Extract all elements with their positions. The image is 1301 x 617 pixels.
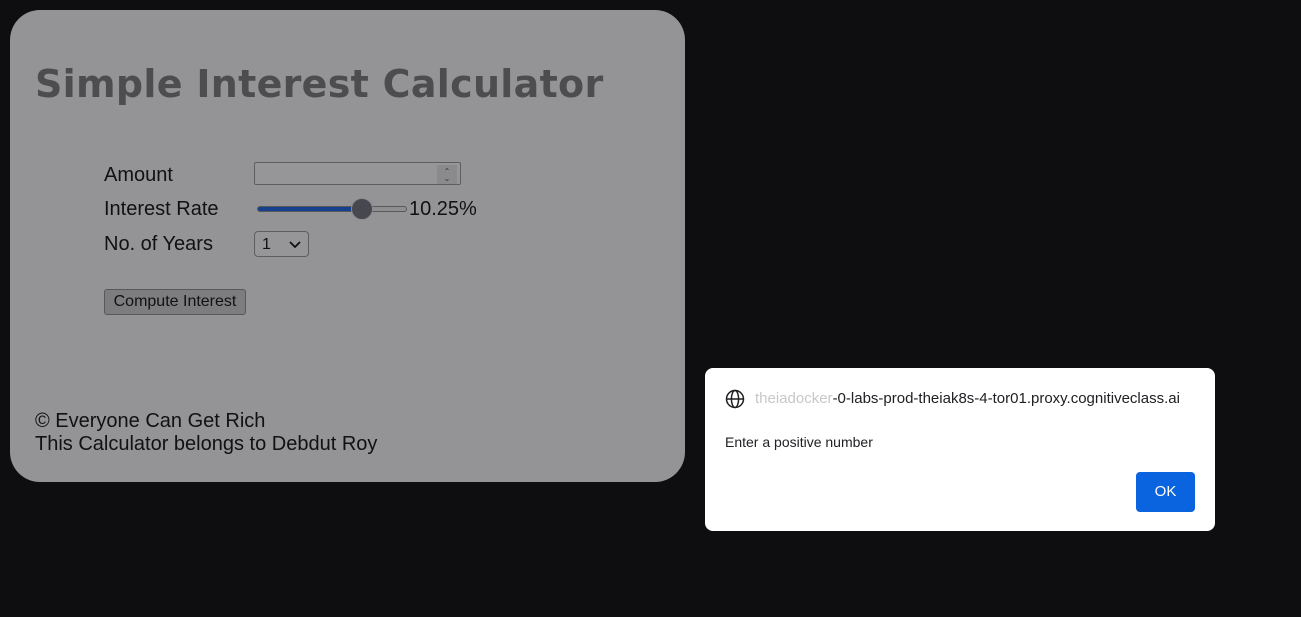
footer-copyright: © Everyone Can Get Rich (35, 410, 266, 432)
years-select[interactable]: 1 (254, 231, 309, 257)
dialog-origin-faded: theiadocker (755, 390, 833, 407)
page-title: Simple Interest Calculator (35, 62, 604, 106)
calculator-card: Simple Interest Calculator Amount ⌃ ⌄ Int… (10, 10, 685, 482)
footer-owner: This Calculator belongs to Debdut Roy (35, 433, 378, 455)
dialog-origin-rest: -0-labs-prod-theiak8s-4-tor01.proxy.cogn… (832, 390, 1180, 407)
years-label: No. of Years (104, 233, 213, 255)
footer: © Everyone Can Get Rich This Calculator … (35, 410, 377, 456)
globe-icon (725, 389, 745, 409)
ok-button[interactable]: OK (1136, 472, 1195, 512)
interest-rate-slider-thumb[interactable] (351, 198, 373, 220)
spinner-arrows-icon[interactable]: ⌃ ⌄ (437, 165, 457, 184)
dialog-origin: theiadocker-0-labs-prod-theiak8s-4-tor01… (755, 390, 1180, 407)
amount-label: Amount (104, 164, 173, 186)
interest-rate-value: 10.25% (409, 198, 477, 220)
chevron-down-icon (289, 234, 301, 257)
years-selected-value: 1 (262, 236, 271, 253)
interest-rate-label: Interest Rate (104, 198, 219, 220)
interest-rate-slider-fill (258, 207, 362, 211)
amount-input[interactable]: ⌃ ⌄ (254, 162, 461, 185)
compute-interest-button[interactable]: Compute Interest (104, 289, 246, 315)
interest-rate-slider-track[interactable] (257, 206, 407, 212)
dialog-message: Enter a positive number (725, 434, 873, 450)
alert-dialog: theiadocker-0-labs-prod-theiak8s-4-tor01… (705, 368, 1215, 531)
